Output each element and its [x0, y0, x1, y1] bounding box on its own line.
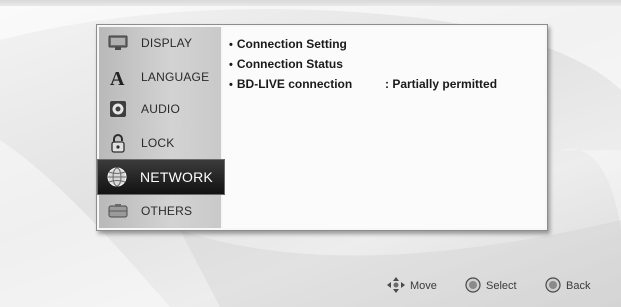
audio-icon — [107, 99, 129, 119]
others-icon — [107, 201, 129, 221]
move-label: Move — [410, 280, 437, 292]
menu-item-display[interactable]: DISPLAY — [99, 29, 221, 57]
option-label: BD-LIVE connection — [236, 77, 353, 91]
option-label: Connection Setting — [236, 37, 347, 51]
display-icon — [107, 33, 129, 53]
select-hint: Select — [465, 276, 517, 296]
bullet: • — [229, 39, 233, 51]
move-arrows-icon — [387, 276, 405, 296]
move-hint: Move — [387, 276, 437, 296]
tv-screen: DISPLAY A LANGUAGE AUDIO LOCK NETWORK OT… — [0, 0, 621, 307]
network-icon — [106, 167, 128, 187]
back-hint: Back — [545, 276, 590, 296]
option-connection-setting[interactable]: • Connection Setting — [229, 37, 347, 51]
bullet: • — [229, 79, 233, 91]
menu-item-audio[interactable]: AUDIO — [99, 95, 221, 123]
svg-text:A: A — [110, 68, 125, 87]
bullet: • — [229, 59, 233, 71]
menu-item-label: OTHERS — [141, 204, 193, 218]
select-button-icon — [465, 276, 481, 296]
language-icon: A — [107, 67, 129, 87]
menu-item-network[interactable]: NETWORK — [97, 159, 225, 195]
back-label: Back — [566, 280, 591, 292]
lock-icon — [107, 133, 129, 153]
menu-item-lock[interactable]: LOCK — [99, 129, 221, 157]
menu-item-label: DISPLAY — [141, 36, 193, 50]
menu-item-label: AUDIO — [141, 102, 181, 116]
option-connection-status[interactable]: • Connection Status — [229, 57, 343, 71]
back-button-icon — [545, 276, 561, 296]
bd-live-value: : Partially permitted — [385, 77, 498, 91]
setup-menu: DISPLAY A LANGUAGE AUDIO LOCK NETWORK OT… — [97, 27, 225, 228]
network-options: • Connection Setting • Connection Status •… — [223, 27, 545, 228]
menu-item-label: LANGUAGE — [141, 70, 210, 84]
menu-item-language[interactable]: A LANGUAGE — [99, 63, 221, 91]
menu-item-label: NETWORK — [140, 169, 213, 185]
select-label: Select — [486, 280, 517, 292]
menu-item-others[interactable]: OTHERS — [99, 197, 221, 225]
option-label: Connection Status — [236, 57, 343, 71]
option-bd-live-connection[interactable]: • BD-LIVE connection — [229, 77, 352, 91]
setup-panel: DISPLAY A LANGUAGE AUDIO LOCK NETWORK OT… — [96, 24, 548, 231]
menu-item-label: LOCK — [141, 136, 175, 150]
